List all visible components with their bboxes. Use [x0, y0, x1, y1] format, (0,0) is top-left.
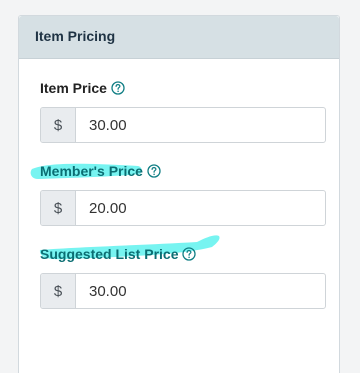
item-price-label: Item Price: [40, 80, 107, 96]
suggested-list-price-label: Suggested List Price: [40, 246, 179, 262]
suggested-list-price-label-row: Suggested List Price: [39, 235, 326, 264]
members-price-label-row: Member's Price: [30, 161, 326, 181]
item-price-input-group[interactable]: $ 30.00: [40, 107, 326, 143]
panel-header: Item Pricing: [19, 16, 339, 59]
item-price-input[interactable]: 30.00: [76, 108, 325, 142]
item-price-label-row: Item Price: [40, 78, 326, 98]
item-price-field: Item Price $ 30.00: [40, 78, 326, 143]
question-circle-icon[interactable]: [147, 164, 161, 178]
members-price-field: Member's Price $ 20.00: [30, 161, 326, 226]
suggested-list-price-input-group[interactable]: $ 30.00: [40, 273, 326, 309]
panel-title: Item Pricing: [35, 28, 116, 44]
currency-addon: $: [41, 108, 76, 142]
members-price-input[interactable]: 20.00: [76, 191, 325, 225]
members-price-label: Member's Price: [40, 163, 143, 179]
currency-addon: $: [41, 191, 76, 225]
currency-addon: $: [41, 274, 76, 308]
members-price-input-group[interactable]: $ 20.00: [40, 190, 326, 226]
item-pricing-panel: Item Pricing Item Price $ 30.00 Member's…: [18, 15, 340, 373]
question-circle-icon[interactable]: [111, 81, 125, 95]
suggested-list-price-field: Suggested List Price $ 30.00: [39, 235, 326, 309]
suggested-list-price-input[interactable]: 30.00: [76, 274, 325, 308]
question-circle-icon[interactable]: [182, 247, 197, 261]
